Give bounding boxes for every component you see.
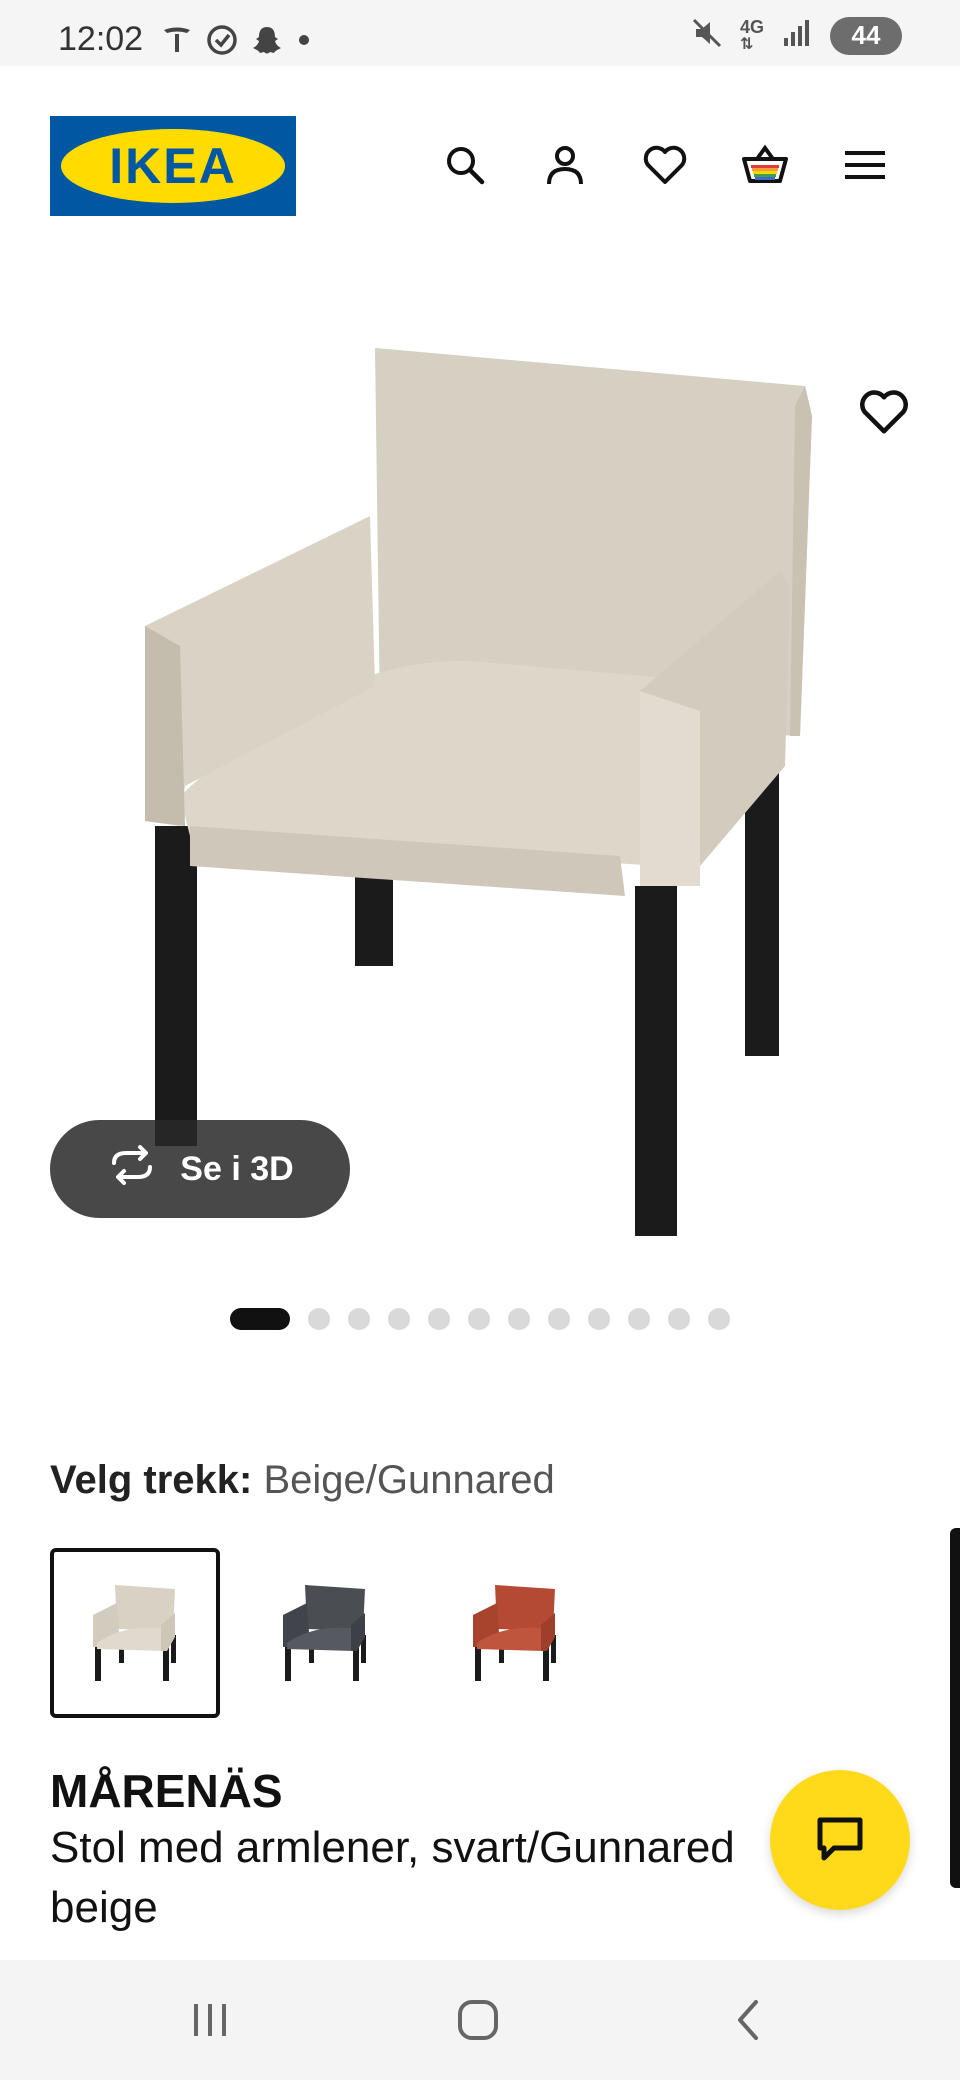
pagination-dot[interactable] <box>428 1308 450 1330</box>
variant-label-value: Beige/Gunnared <box>263 1458 555 1502</box>
swatch-chair-red <box>473 1585 556 1681</box>
variant-label: Velg trekk: Beige/Gunnared <box>50 1458 555 1503</box>
status-time: 12:02 <box>58 20 144 58</box>
battery-indicator: 44 <box>830 16 902 55</box>
recent-apps-icon[interactable] <box>180 1990 240 2050</box>
wishlist-icon[interactable] <box>640 140 690 190</box>
dot-icon <box>294 30 314 55</box>
variant-swatch-dark-grey[interactable] <box>240 1548 410 1718</box>
variant-label-key: Velg trekk: <box>50 1458 253 1502</box>
pagination-dot[interactable] <box>348 1308 370 1330</box>
chat-icon <box>812 1810 868 1871</box>
ikea-logo[interactable]: IKEA <box>50 116 296 216</box>
variant-swatch-red[interactable] <box>430 1548 600 1718</box>
product-description: Stol med armlener, svart/Gunnared beige <box>50 1823 735 1932</box>
system-navigation-bar <box>0 1960 960 2080</box>
back-icon[interactable] <box>720 1990 780 2050</box>
variant-swatches <box>50 1548 600 1718</box>
cart-icon[interactable] <box>740 140 790 190</box>
image-pagination <box>0 1308 960 1330</box>
pagination-dot[interactable] <box>308 1308 330 1330</box>
snapchat-icon <box>250 23 284 62</box>
search-icon[interactable] <box>440 140 490 190</box>
side-panel-handle[interactable] <box>950 1528 960 1888</box>
notification-icons <box>160 22 314 63</box>
site-header: IKEA <box>0 66 960 266</box>
swatch-chair-beige <box>93 1585 176 1681</box>
product-name: MÅRENÄS <box>50 1765 283 1817</box>
variant-swatch-beige[interactable] <box>50 1548 220 1718</box>
pagination-dot[interactable] <box>548 1308 570 1330</box>
status-right-icons: 4G ⇅ 44 <box>690 16 902 55</box>
status-bar: 12:02 4G ⇅ 44 <box>0 0 960 66</box>
chat-button[interactable] <box>770 1770 910 1910</box>
rotate-3d-icon <box>106 1144 158 1194</box>
pagination-dot[interactable] <box>388 1308 410 1330</box>
menu-icon[interactable] <box>840 140 890 190</box>
signal-icon <box>780 16 814 55</box>
logo-text: IKEA <box>61 129 285 203</box>
pagination-dot[interactable] <box>508 1308 530 1330</box>
pagination-dot[interactable] <box>588 1308 610 1330</box>
account-icon[interactable] <box>540 140 590 190</box>
tesla-icon <box>160 23 194 62</box>
pagination-dot[interactable] <box>468 1308 490 1330</box>
add-to-wishlist-icon[interactable] <box>858 386 910 438</box>
header-actions <box>440 140 890 190</box>
view-3d-label: Se i 3D <box>180 1149 294 1188</box>
pagination-dot-active[interactable] <box>230 1308 290 1330</box>
sync-icon <box>204 22 240 63</box>
pagination-dot[interactable] <box>668 1308 690 1330</box>
pagination-dot[interactable] <box>708 1308 730 1330</box>
mute-icon <box>690 16 724 55</box>
product-image[interactable]: Se i 3D <box>0 266 960 1276</box>
swatch-chair-grey <box>283 1585 366 1681</box>
pagination-dot[interactable] <box>628 1308 650 1330</box>
home-icon[interactable] <box>448 1990 508 2050</box>
view-3d-button[interactable]: Se i 3D <box>50 1120 350 1218</box>
network-type-icon: 4G ⇅ <box>739 16 764 53</box>
